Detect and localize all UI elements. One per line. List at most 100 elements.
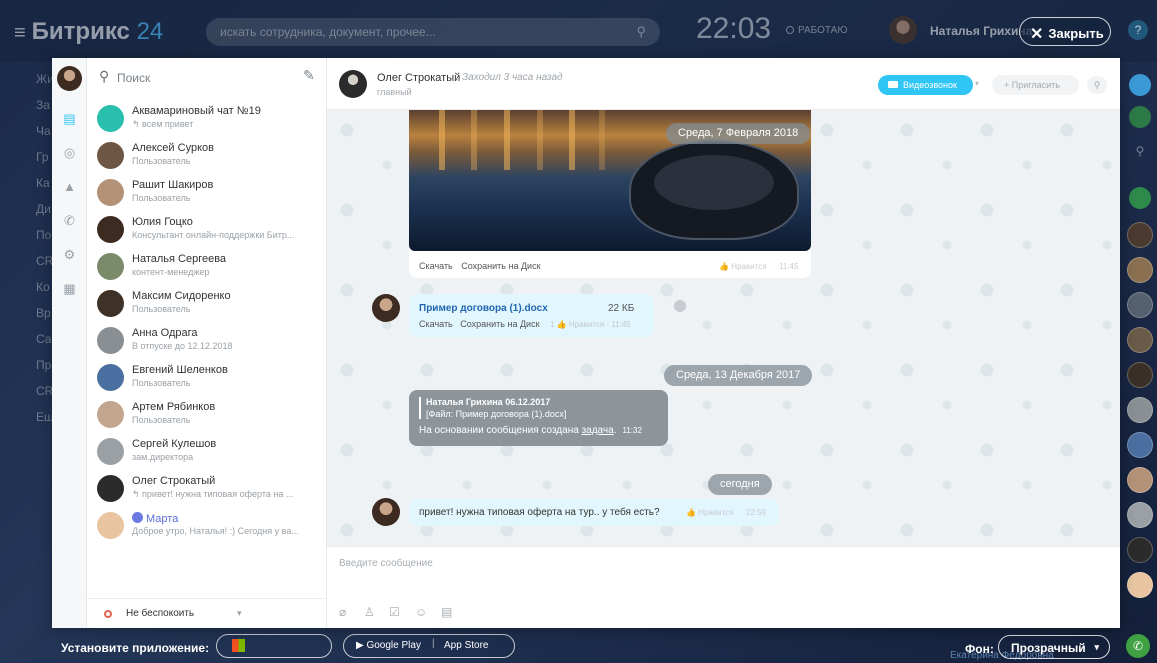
attach-icon[interactable]: ⌀ [339, 605, 346, 619]
portal-menu-item[interactable]: Ка [36, 176, 52, 190]
avatar[interactable] [1127, 432, 1153, 458]
avatar[interactable] [1127, 257, 1153, 283]
windows-icon[interactable] [232, 639, 245, 652]
menu-icon[interactable]: ≡ [14, 22, 26, 44]
portal-menu-item[interactable]: CR [36, 384, 53, 398]
contact-item[interactable]: Олег Строкатый ↰ привет! нужна типовая оф… [87, 470, 327, 507]
portal-menu-item[interactable]: Пр [36, 358, 52, 372]
portal-logo[interactable]: ≡ Битрикс 24 [14, 18, 163, 46]
phone-icon[interactable]: ✆ [61, 212, 78, 229]
avatar[interactable] [1127, 292, 1153, 318]
avatar[interactable] [1127, 327, 1153, 353]
save-to-disk-link[interactable]: Сохранить на Диск [461, 261, 540, 271]
notes-icon[interactable]: ▦ [61, 280, 78, 297]
save-to-disk-link[interactable]: Сохранить на Диск [460, 319, 539, 329]
lock-icon[interactable] [1129, 187, 1151, 209]
document-icon[interactable]: ▤ [441, 605, 452, 619]
contact-item[interactable]: Наталья Сергеева контент-менеджер [87, 248, 327, 285]
portal-menu-item[interactable]: Ди [36, 202, 52, 216]
avatar[interactable] [339, 70, 367, 98]
avatar[interactable] [1127, 222, 1153, 248]
task-icon[interactable]: ☑ [389, 605, 400, 619]
download-link[interactable]: Скачать [419, 319, 453, 329]
avatar[interactable] [57, 66, 82, 91]
compose-icon[interactable]: ✎ [303, 67, 315, 84]
file-link[interactable]: Пример договора (1).docx [419, 303, 548, 314]
avatar[interactable] [1127, 572, 1153, 598]
portal-menu-item[interactable]: По [36, 228, 52, 242]
bell-icon[interactable]: ▲ [61, 178, 78, 195]
avatar[interactable] [1127, 502, 1153, 528]
contact-item[interactable]: Алексей Сурков Пользователь [87, 137, 327, 174]
contact-item[interactable]: Максим Сидоренко Пользователь [87, 285, 327, 322]
chat-panel: Олег Строкатый Заходил 3 часа назад глав… [327, 58, 1120, 628]
phone-icon[interactable]: ✆ [1126, 634, 1150, 658]
contact-item[interactable]: Рашит Шакиров Пользователь [87, 174, 327, 211]
message-input[interactable] [339, 553, 1039, 573]
invite-button[interactable]: + Пригласить [992, 75, 1079, 95]
portal-menu-item[interactable]: Гр [36, 150, 52, 164]
portal-menu-item[interactable]: Вр [36, 306, 52, 320]
contact-subtitle: Пользователь [132, 378, 191, 388]
date-separator: Среда, 13 Декабря 2017 [664, 365, 813, 386]
work-status[interactable]: РАБОТАЮ [786, 25, 847, 36]
openlines-icon[interactable] [1129, 106, 1151, 128]
portal-search-input[interactable]: искать сотрудника, документ, прочее... ⚲ [206, 18, 660, 46]
bell-icon[interactable] [1129, 74, 1151, 96]
message-text: привет! нужна типовая оферта на тур.. у … [419, 507, 660, 518]
avatar[interactable] [372, 498, 400, 526]
portal-menu-item[interactable]: Са [36, 332, 52, 346]
contact-item[interactable]: Артем Рябинков Пользователь [87, 396, 327, 433]
portal-menu-item[interactable]: Ко [36, 280, 52, 294]
search-in-chat-icon[interactable]: ⚲ [1087, 76, 1107, 94]
portal-user-name[interactable]: Наталья Грихина [930, 24, 1032, 38]
avatar[interactable] [1127, 467, 1153, 493]
openlines-icon[interactable]: ◎ [61, 144, 78, 161]
contact-name: Евгений Шеленков [132, 364, 228, 376]
chevron-down-icon: ▾ [1094, 642, 1099, 652]
contact-item[interactable]: Юлия Гоцко Консультант онлайн-поддержки Б… [87, 211, 327, 248]
recent-contacts-panel: ⚲ ✎ Аквамариновый чат №19 ↰ всем привет Ал… [87, 58, 327, 628]
app-store-link[interactable]: App Store [444, 640, 488, 651]
avatar[interactable] [372, 294, 400, 322]
google-play-link[interactable]: ▶ Google Play [356, 640, 421, 651]
incoming-message: привет! нужна типовая оферта на тур.. у … [409, 499, 779, 526]
contact-item[interactable]: Аквамариновый чат №19 ↰ всем привет [87, 100, 327, 137]
avatar[interactable] [1127, 362, 1153, 388]
avatar[interactable] [1127, 537, 1153, 563]
portal-menu-item[interactable]: CR [36, 254, 53, 268]
portal-menu-item[interactable]: Жи [36, 72, 54, 86]
close-button[interactable]: ✕ Закрыть [1019, 17, 1111, 46]
avatar[interactable] [1127, 397, 1153, 423]
messenger-nav-rail: ▤ ◎ ▲ ✆ ⚙ ▦ [52, 58, 87, 628]
video-call-button[interactable]: Видеозвонок [878, 75, 973, 95]
search-icon[interactable]: ⚲ [1129, 144, 1151, 166]
chevron-down-icon[interactable]: ▾ [975, 79, 979, 88]
avatar [97, 142, 124, 169]
contact-item[interactable]: Сергей Кулешов зам.директора [87, 433, 327, 470]
download-link[interactable]: Скачать [419, 261, 453, 271]
contact-item[interactable]: Евгений Шеленков Пользователь [87, 359, 327, 396]
dnd-toggle[interactable]: Не беспокоить ▾ [87, 598, 327, 628]
portal-menu-item[interactable]: Ещ [36, 410, 54, 424]
avatar [97, 475, 124, 502]
portal-menu-item[interactable]: Ча [36, 124, 52, 138]
smile-icon[interactable]: ☺ [415, 605, 427, 619]
message-time: 22:59 [746, 508, 767, 517]
gear-icon[interactable]: ⚙ [61, 246, 78, 263]
portal-menu-item[interactable]: За [36, 98, 52, 112]
background-select[interactable]: Прозрачный ▾ [998, 635, 1110, 659]
like-button[interactable]: 👍 Нравится [686, 508, 734, 517]
search-icon: ⚲ [636, 24, 646, 39]
user-icon[interactable]: ♙ [364, 605, 375, 619]
chat-title[interactable]: Олег Строкатый [377, 72, 460, 84]
message-menu-icon[interactable] [674, 300, 686, 312]
like-button[interactable]: 👍 Нравится [719, 262, 767, 271]
help-icon[interactable]: ? [1128, 20, 1148, 40]
contact-item[interactable]: Анна Одрага В отпуске до 12.12.2018 [87, 322, 327, 359]
avatar[interactable] [889, 16, 917, 44]
chat-icon[interactable]: ▤ [61, 110, 78, 127]
task-link[interactable]: задача [582, 425, 614, 436]
search-input[interactable] [117, 69, 277, 87]
contact-item[interactable]: Марта Доброе утро, Наталья! :) Сегодня у … [87, 507, 327, 544]
